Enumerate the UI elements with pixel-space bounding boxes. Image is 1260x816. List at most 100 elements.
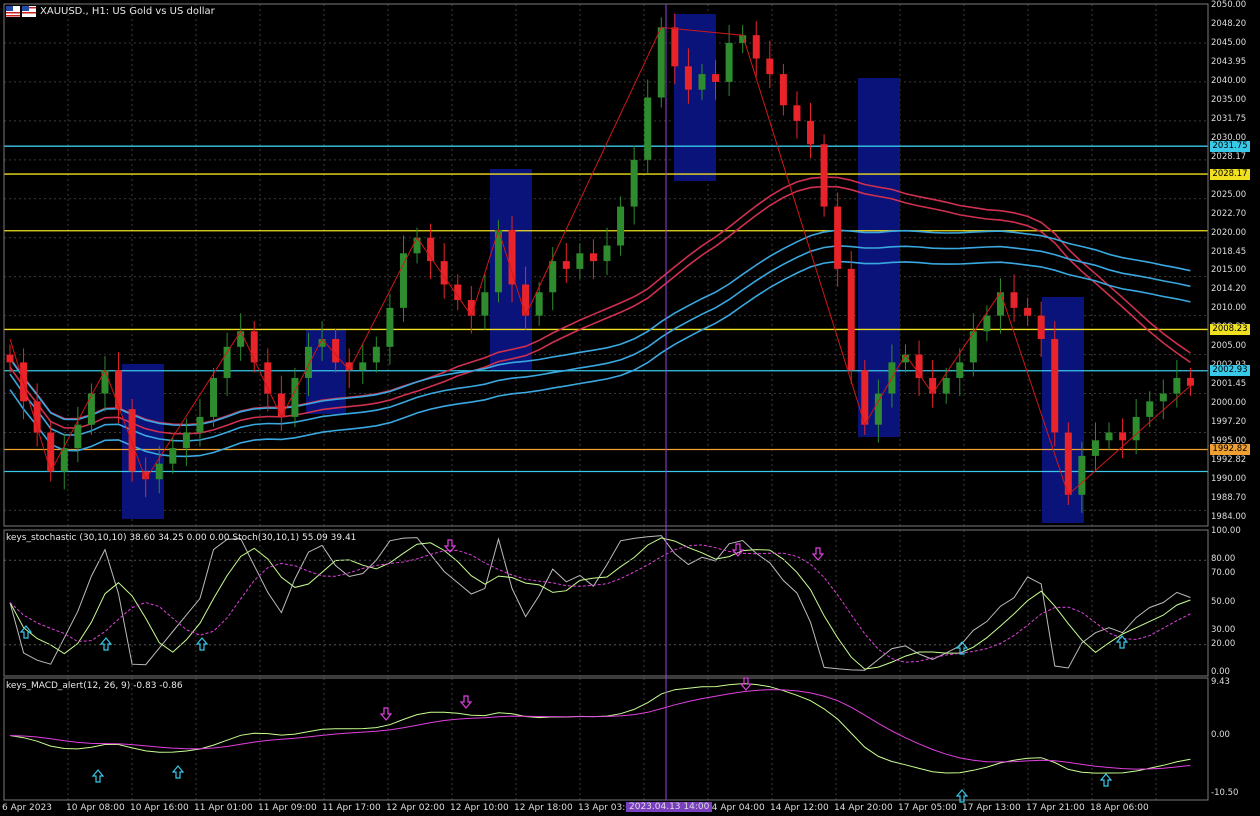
candle-body: [1051, 339, 1059, 433]
flag-icon[interactable]: [6, 6, 20, 17]
candle-body: [589, 253, 597, 262]
candle-body: [1186, 377, 1194, 386]
candle-body: [1078, 455, 1086, 495]
candle-body: [617, 206, 625, 246]
ma-blue-mid: [9, 244, 1191, 442]
macd-plot: [9, 683, 1191, 774]
macd-level-label: 9.43: [1211, 677, 1230, 687]
candle-body: [74, 424, 82, 449]
candle-body: [847, 268, 855, 371]
candle-body: [372, 346, 380, 363]
candle-body: [359, 362, 367, 371]
zone-boxes: [122, 14, 1084, 523]
candle-body: [169, 448, 177, 464]
candle-body: [793, 105, 801, 121]
price-tag: 2031.75: [1210, 140, 1250, 152]
candle-body: [386, 307, 394, 347]
zone-box-0: [122, 364, 164, 519]
stoch-level-label: 80.00: [1211, 554, 1236, 565]
price-axis-label: 2035.00: [1211, 94, 1247, 105]
time-axis-label: 10 Apr 16:00: [130, 803, 189, 813]
candle-body: [481, 292, 489, 316]
candle-body: [684, 66, 692, 90]
buy-arrow-icon: [91, 769, 105, 783]
ma-blue-upper: [9, 229, 1191, 427]
price-axis-label: 2000.00: [1211, 398, 1247, 409]
candle-body: [305, 346, 312, 378]
candle-body: [332, 339, 340, 363]
candle-body: [698, 74, 706, 90]
time-axis-label: 14 Apr 20:00: [834, 803, 893, 813]
candle-body: [47, 432, 55, 472]
candle-body: [155, 463, 163, 480]
buy-arrow-icon: [1115, 635, 1129, 649]
price-axis-label: 2031.75: [1211, 113, 1247, 124]
candle-body: [834, 206, 842, 269]
price-axis-label: 2050.00: [1211, 0, 1247, 10]
candle-body: [1159, 393, 1167, 402]
time-axis-label: 11 Apr 17:00: [322, 803, 381, 813]
stoch-raw-line: [9, 535, 1191, 671]
time-axis-label: 18 Apr 06:00: [1090, 803, 1149, 813]
candle-body: [87, 393, 95, 425]
candle-body: [223, 346, 231, 378]
candle-body: [942, 377, 950, 394]
price-axis-label: 2040.00: [1211, 75, 1247, 86]
time-axis-label: 17 Apr 13:00: [962, 803, 1021, 813]
candle-body: [725, 42, 733, 82]
stoch-level-label: 100.00: [1211, 526, 1241, 536]
price-tag: 2028.17: [1210, 168, 1250, 180]
candle-body: [1091, 440, 1099, 456]
price-axis-label: 2020.00: [1211, 227, 1247, 238]
price-axis-label: 2028.17: [1211, 151, 1247, 162]
price-tag: 1992.82: [1210, 443, 1250, 455]
stochastic-plot: [4, 535, 1208, 671]
candle-body: [630, 159, 638, 207]
candle-body: [820, 144, 828, 207]
price-axis-label: 2045.00: [1211, 37, 1247, 48]
price-axis-label: 2018.45: [1211, 246, 1247, 257]
sell-arrow-icon: [811, 547, 825, 561]
candle-body: [1119, 432, 1127, 441]
candle-body: [277, 393, 285, 417]
candle-body: [1146, 401, 1154, 417]
time-axis-label: 10 Apr 08:00: [66, 803, 125, 813]
candle-body: [535, 292, 543, 316]
price-axis-label: 1997.20: [1211, 417, 1247, 428]
sell-arrow-icon: [459, 695, 473, 709]
candle-body: [1173, 377, 1181, 394]
time-axis-label: 12 Apr 02:00: [386, 803, 445, 813]
time-axis-label: 17 Apr 05:00: [898, 803, 957, 813]
flag-icon-2[interactable]: [22, 6, 36, 17]
time-axis-label: 6 Apr 2023: [2, 803, 52, 813]
candle-body: [779, 74, 787, 106]
candle-body: [1064, 432, 1072, 495]
panel-frames: [3, 3, 1209, 801]
sell-arrow-icon: [379, 707, 393, 721]
candle-body: [1105, 432, 1113, 441]
candle-body: [644, 97, 652, 160]
stoch-level-label: 0.00: [1211, 667, 1230, 677]
price-axis-label: 2010.00: [1211, 303, 1247, 314]
candle-body: [929, 377, 937, 394]
buy-arrow-icon: [19, 625, 33, 639]
stoch-k-line: [9, 537, 1191, 670]
macd-signal-line: [9, 689, 1191, 770]
price-axis-label: 2005.00: [1211, 341, 1247, 352]
buy-arrow-icon: [171, 765, 185, 779]
panel-frame-1: [3, 529, 1209, 677]
ma-blue-lower: [9, 260, 1191, 458]
macd-level-label: 0.00: [1211, 729, 1230, 740]
stoch-title: keys_stochastic (30,10,10) 38.60 34.25 0…: [6, 533, 357, 543]
price-axis-label: 2014.20: [1211, 284, 1247, 295]
buy-arrow-icon: [1099, 773, 1113, 787]
candle-body: [115, 370, 123, 410]
chart-canvas[interactable]: [0, 0, 1260, 816]
candle-body: [956, 362, 964, 378]
candle-body: [766, 58, 774, 75]
candle-body: [413, 237, 421, 254]
time-axis-label: 14 Apr 12:00: [770, 803, 829, 813]
candle-body: [1024, 307, 1032, 316]
price-axis-label: 1990.00: [1211, 474, 1247, 485]
candle-body: [182, 432, 190, 449]
